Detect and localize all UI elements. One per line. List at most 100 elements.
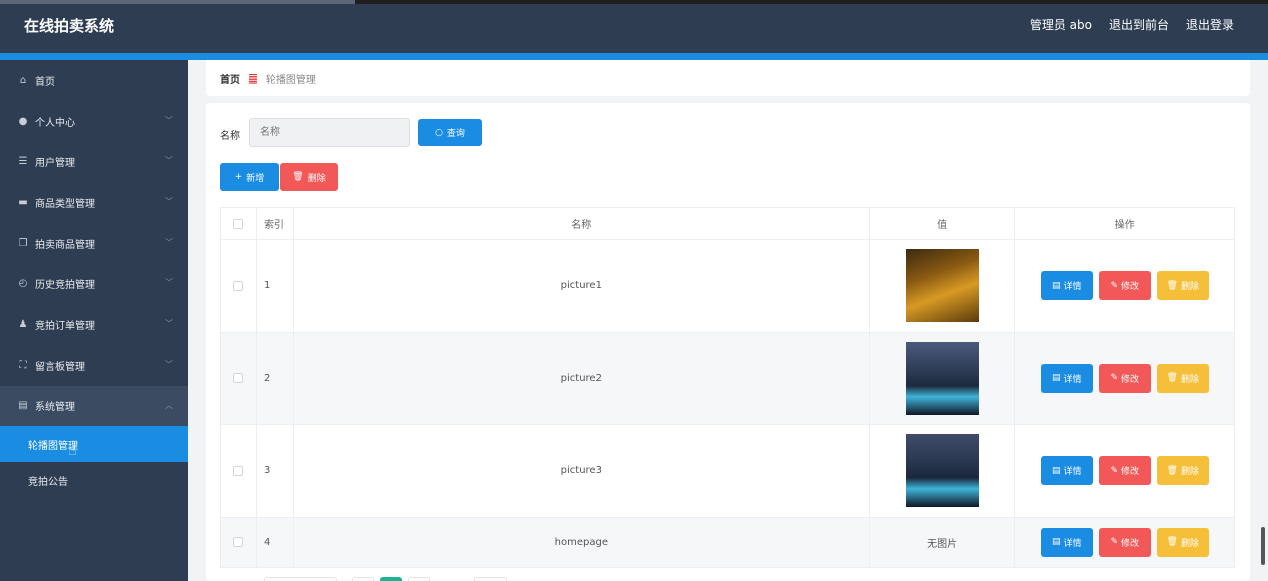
delete-button[interactable]: 🗑 删除 [1156, 271, 1209, 301]
edit-button[interactable]: ✎ 修改 [1098, 456, 1151, 486]
pencil-icon: ✎ [1110, 373, 1118, 384]
top-header: 在线拍卖系统 管理员 abo 退出到前台 退出登录 [0, 0, 1268, 53]
breadcrumb: 首页 ䷀ 轮播图管理 [206, 60, 1250, 96]
delete-button[interactable]: 🗑 删除 [1156, 527, 1209, 557]
trash-icon: 🗑 [292, 172, 304, 182]
row-index: 4 [257, 517, 294, 567]
detail-button[interactable]: ▤ 详情 [1040, 456, 1093, 486]
row-name: picture2 [294, 332, 870, 424]
sidebar-item-message-board[interactable]: ⛶ 留言板管理 ﹀ [0, 345, 188, 386]
frame-icon: ⛶ [19, 359, 27, 371]
current-page-button[interactable] [380, 577, 402, 581]
edit-button[interactable]: ✎ 修改 [1098, 363, 1151, 393]
sidebar-item-label: 历史竞拍管理 [35, 280, 95, 292]
scrollbar[interactable] [1261, 527, 1265, 565]
edit-button[interactable]: ✎ 修改 [1098, 271, 1151, 301]
sidebar-item-auction-products[interactable]: ❐ 拍卖商品管理 ﹀ [0, 223, 188, 264]
sliders-icon: ☰ [18, 156, 28, 168]
sidebar-item-label: 竞拍订单管理 [35, 320, 95, 332]
sidebar-subitem-label: 竞拍公告 [28, 476, 68, 488]
select-all-checkbox[interactable] [233, 218, 244, 229]
thumbnail-image [905, 249, 979, 323]
document-icon: ▤ [1051, 280, 1061, 291]
sidebar-item-label: 系统管理 [35, 402, 75, 414]
sidebar-item-home[interactable]: ⌂ 首页 [0, 60, 188, 101]
top-links: 管理员 abo 退出到前台 退出登录 [1030, 16, 1234, 33]
delete-button[interactable]: 🗑 删除 [1156, 456, 1209, 486]
search-input[interactable] [249, 118, 410, 147]
chevron-down-icon: ﹀ [165, 278, 173, 288]
batch-delete-button-label: 删除 [307, 173, 326, 184]
pencil-icon: ✎ [1110, 280, 1118, 291]
query-button[interactable]: ○ 查询 [418, 119, 482, 146]
table-header-row: 索引 名称 值 操作 [221, 208, 1234, 240]
sidebar-subitem-announcement[interactable]: 竞拍公告 [0, 462, 188, 498]
sidebar-item-system-management[interactable]: ▤ 系统管理 ︿ [0, 385, 188, 427]
row-checkbox[interactable] [233, 373, 244, 384]
query-button-label: 查询 [446, 129, 465, 139]
row-index: 3 [257, 425, 294, 517]
thumbnail-image [905, 434, 979, 508]
row-index: 2 [257, 332, 294, 424]
page-size-select[interactable] [264, 577, 337, 581]
sidebar-item-label: 拍卖商品管理 [35, 239, 95, 251]
chevron-down-icon: ﹀ [165, 156, 173, 166]
clipboard-icon: ▤ [18, 400, 28, 412]
trash-icon: 🗑 [1166, 373, 1178, 384]
user-icon: ● [18, 115, 28, 127]
exit-to-front-link[interactable]: 退出到前台 [1109, 16, 1169, 33]
sidebar-item-label: 商品类型管理 [35, 198, 95, 210]
table-row: 2 picture2 ▤ 详情 ✎ 修改 🗑 删除 [221, 332, 1234, 425]
sidebar-item-personal-center[interactable]: ● 个人中心 ﹀ [0, 101, 188, 142]
sidebar: ⌂ 首页 ● 个人中心 ﹀ ☰ 用户管理 ﹀ ▬ 商品类型管理 ﹀ ❐ 拍卖商品… [0, 60, 188, 581]
copy-icon: ❐ [18, 237, 28, 249]
admin-user-label: 管理员 abo [1029, 18, 1092, 32]
document-icon: ▤ [1051, 537, 1061, 547]
detail-button[interactable]: ▤ 详情 [1040, 271, 1093, 301]
sidebar-item-bid-history[interactable]: ◴ 历史竞拍管理 ﹀ [0, 263, 188, 304]
edit-button[interactable]: ✎ 修改 [1098, 527, 1151, 557]
trash-icon: 🗑 [1166, 280, 1178, 291]
table-row: 1 picture1 ▤ 详情 ✎ 修改 🗑 删除 [221, 240, 1234, 333]
table-row: 3 picture3 ▤ 详情 ✎ 修改 🗑 删除 [221, 425, 1234, 518]
add-button[interactable]: + 新增 [220, 163, 279, 191]
page-jump-input[interactable] [474, 577, 507, 581]
pencil-icon: ✎ [1110, 465, 1118, 476]
row-checkbox[interactable] [233, 280, 244, 291]
row-checkbox[interactable] [233, 537, 244, 547]
column-header-actions: 操作 [1114, 220, 1135, 231]
browser-strip [0, 0, 1268, 4]
detail-button[interactable]: ▤ 详情 [1040, 363, 1093, 393]
hand-cursor-icon: ☝ [68, 443, 77, 459]
breadcrumb-home[interactable]: 首页 [220, 71, 240, 86]
sidebar-item-label: 用户管理 [35, 158, 75, 170]
compass-icon: ◴ [18, 278, 28, 290]
row-checkbox[interactable] [233, 465, 244, 476]
row-index: 1 [257, 240, 294, 332]
plus-icon: + [234, 172, 243, 182]
breadcrumb-current: 轮播图管理 [265, 74, 316, 86]
detail-button[interactable]: ▤ 详情 [1040, 527, 1093, 557]
trash-icon: 🗑 [1166, 537, 1178, 547]
app-title: 在线拍卖系统 [24, 17, 115, 35]
search-icon: ○ [435, 127, 443, 138]
chevron-down-icon: ﹀ [165, 237, 173, 247]
column-header-index: 索引 [257, 208, 294, 239]
prev-page-button[interactable] [352, 577, 374, 581]
sidebar-item-product-type[interactable]: ▬ 商品类型管理 ﹀ [0, 182, 188, 223]
sidebar-subitem-carousel[interactable]: 轮播图管理 [0, 426, 188, 463]
thumbnail-image [905, 341, 979, 415]
chevron-down-icon: ﹀ [165, 115, 173, 125]
chevron-up-icon: ︿ [165, 400, 173, 410]
chevron-down-icon: ﹀ [165, 197, 173, 207]
carousel-table: 索引 名称 值 操作 1 picture1 ▤ 详情 ✎ 修改 🗑 删除 2 pict… [220, 207, 1235, 568]
batch-delete-button[interactable]: 🗑 删除 [280, 163, 338, 191]
accent-bar [0, 53, 1268, 60]
delete-button[interactable]: 🗑 删除 [1156, 363, 1209, 393]
main-panel: 名称 ○ 查询 + 新增 🗑 删除 索引 名称 值 操作 1 picture1 … [206, 103, 1250, 581]
sidebar-item-bid-orders[interactable]: ♟ 竞拍订单管理 ﹀ [0, 304, 188, 345]
row-name: homepage [294, 517, 870, 567]
sidebar-item-user-management[interactable]: ☰ 用户管理 ﹀ [0, 141, 188, 182]
logout-link[interactable]: 退出登录 [1186, 16, 1234, 33]
next-page-button[interactable] [408, 577, 430, 581]
